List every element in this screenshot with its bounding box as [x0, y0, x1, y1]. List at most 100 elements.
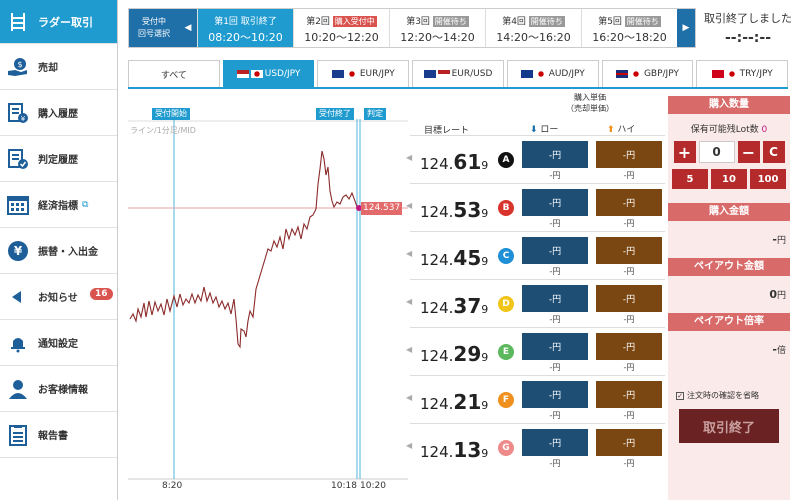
sidebar-item-reports[interactable]: 報告書 — [0, 412, 117, 458]
sidebar-item-label: ラダー取引 — [38, 15, 93, 29]
sidebar-item-notices[interactable]: お知らせ 16 — [0, 274, 117, 320]
round-4[interactable]: 第4回 開催待ち 14:20〜16:20 — [485, 9, 581, 47]
lot-100-button[interactable]: 100 — [750, 169, 786, 189]
ladder-row: ◀ 124.379 D -円 -円 -円 -円 — [406, 279, 665, 325]
tab-all[interactable]: すべて — [128, 60, 220, 87]
tab-eur-jpy[interactable]: EUR/JPY — [317, 60, 410, 87]
clear-button[interactable]: C — [762, 141, 785, 163]
chevron-left-icon: ◀ — [184, 23, 192, 33]
round-5[interactable]: 第5回 開催待ち 16:20〜18:20 — [581, 9, 677, 47]
high-buy-button[interactable]: -円 — [596, 333, 662, 360]
ladder-row: ◀ 124.539 B -円 -円 -円 -円 — [406, 183, 665, 229]
round-status-badge: 開催待ち — [528, 16, 565, 27]
rate-main: 37 — [453, 294, 482, 318]
round-select-button[interactable]: 受付中 回号選択 — [129, 9, 179, 47]
quantity-header: 購入数量 — [668, 96, 790, 114]
tab-try-jpy[interactable]: TRY/JPY — [696, 60, 789, 87]
low-buy-button[interactable]: -円 — [522, 429, 588, 456]
sidebar-item-judgement-history[interactable]: 判定履歴 — [0, 136, 117, 182]
rate-chart-svg — [128, 119, 408, 480]
rate-suffix: 9 — [481, 351, 489, 364]
tab-label: TRY/JPY — [739, 69, 773, 79]
round-2[interactable]: 第2回 購入受付中 10:20〜12:20 — [293, 9, 389, 47]
tab-eur-usd[interactable]: EUR/USD — [412, 60, 504, 87]
available-lots: 保有可能残Lot数 0 — [668, 122, 790, 135]
rate-suffix: 9 — [481, 399, 489, 412]
sidebar-item-customer-info[interactable]: お客様情報 — [0, 366, 117, 412]
high-buy-button[interactable]: -円 — [596, 429, 662, 456]
payout-amount-value: 0 — [769, 288, 777, 301]
low-sell-price: -円 — [549, 267, 561, 276]
tab-usd-jpy[interactable]: USD/JPY — [222, 60, 315, 87]
ladder-row: ◀ 124.139 G -円 -円 -円 -円 — [406, 423, 665, 469]
countdown-timer: --:--:-- — [724, 30, 772, 46]
round-status-badge: 購入受付中 — [332, 16, 377, 27]
low-buy-button[interactable]: -円 — [522, 237, 588, 264]
plus-button[interactable]: + — [673, 141, 696, 163]
low-buy-button[interactable]: -円 — [522, 333, 588, 360]
low-buy-button[interactable]: -円 — [522, 381, 588, 408]
tab-label: GBP/JPY — [643, 69, 679, 79]
tab-label: すべて — [160, 70, 187, 81]
sidebar-item-economic-indicators[interactable]: 経済指標 ⧉ — [0, 182, 117, 228]
rate-prefix: 124. — [420, 347, 454, 365]
row-letter-badge: B — [498, 200, 514, 216]
checkbox-checked-icon[interactable]: ✓ — [676, 391, 684, 400]
round-1[interactable]: 第1回 取引終了 08:20〜10:20 — [197, 9, 293, 47]
svg-text:$: $ — [17, 60, 22, 69]
sidebar-item-purchase-history[interactable]: ¥ 購入履歴 — [0, 90, 117, 136]
high-buy-button[interactable]: -円 — [596, 141, 662, 168]
payout-ratio-header: ペイアウト倍率 — [668, 313, 790, 331]
high-buy-button[interactable]: -円 — [596, 237, 662, 264]
round-time: 16:20〜18:20 — [592, 31, 667, 44]
round-3[interactable]: 第3回 開催待ち 12:20〜14:20 — [389, 9, 485, 47]
sidebar-item-transfer[interactable]: ¥ 振替・入出金 — [0, 228, 117, 274]
order-panel: 購入数量 保有可能残Lot数 0 + 0 − C 5 10 100 購入金額 -… — [668, 96, 790, 500]
tab-label: EUR/JPY — [359, 69, 395, 79]
trade-status: 取引終了しました --:--:-- — [700, 10, 796, 46]
skip-confirm-option[interactable]: ✓ 注文時の確認を省略 — [668, 390, 790, 401]
jp-flag-icon — [629, 70, 642, 78]
minus-button[interactable]: − — [737, 141, 760, 163]
high-buy-button[interactable]: -円 — [596, 189, 662, 216]
low-buy-button[interactable]: -円 — [522, 189, 588, 216]
ladder-row: ◀ 124.459 C -円 -円 -円 -円 — [406, 231, 665, 277]
trade-end-button[interactable]: 取引終了 — [679, 409, 779, 443]
high-sell-price: -円 — [623, 171, 635, 180]
rate-suffix: 9 — [481, 207, 489, 220]
lot-5-button[interactable]: 5 — [672, 169, 708, 189]
round-status: 取引終了 — [240, 17, 277, 27]
calendar-icon — [6, 193, 30, 217]
row-marker-icon: ◀ — [406, 249, 413, 258]
purchase-amount: -円 — [668, 233, 790, 246]
round-time: 14:20〜16:20 — [496, 31, 571, 44]
high-sell-price: -円 — [623, 219, 635, 228]
row-letter-badge: G — [498, 440, 514, 456]
arrow-down-icon: ⬇ — [530, 125, 538, 135]
low-buy-button[interactable]: -円 — [522, 141, 588, 168]
sidebar-item-ladder[interactable]: ラダー取引 — [0, 0, 117, 44]
high-buy-button[interactable]: -円 — [596, 285, 662, 312]
quantity-input[interactable]: 0 — [698, 141, 735, 163]
purchase-amount-header: 購入金額 — [668, 203, 790, 221]
lot-10-button[interactable]: 10 — [711, 169, 747, 189]
prev-round-button[interactable]: ◀ — [179, 9, 197, 47]
low-buy-button[interactable]: -円 — [522, 285, 588, 312]
round-name: 第1回 — [214, 17, 238, 27]
sidebar: ラダー取引 $ 売却 ¥ 購入履歴 判定履歴 経済指標 ⧉ ¥ 振替・入出金 お… — [0, 0, 118, 500]
jp-flag-icon — [725, 70, 738, 78]
row-marker-icon: ◀ — [406, 153, 413, 162]
sidebar-item-notification-settings[interactable]: 通知設定 — [0, 320, 117, 366]
judgement-history-icon — [6, 147, 30, 171]
external-link-icon: ⧉ — [82, 199, 89, 210]
high-buy-button[interactable]: -円 — [596, 381, 662, 408]
available-lots-value: 0 — [761, 125, 768, 135]
next-round-button[interactable]: ▶ — [677, 9, 695, 47]
tab-aud-jpy[interactable]: AUD/JPY — [506, 60, 599, 87]
tab-gbp-jpy[interactable]: GBP/JPY — [601, 60, 694, 87]
low-header: ⬇ ロー — [530, 122, 558, 135]
payout-amount: 0円 — [668, 288, 790, 301]
row-marker-icon: ◀ — [406, 297, 413, 306]
sidebar-item-label: 振替・入出金 — [38, 247, 98, 258]
sidebar-item-sell[interactable]: $ 売却 — [0, 44, 117, 90]
